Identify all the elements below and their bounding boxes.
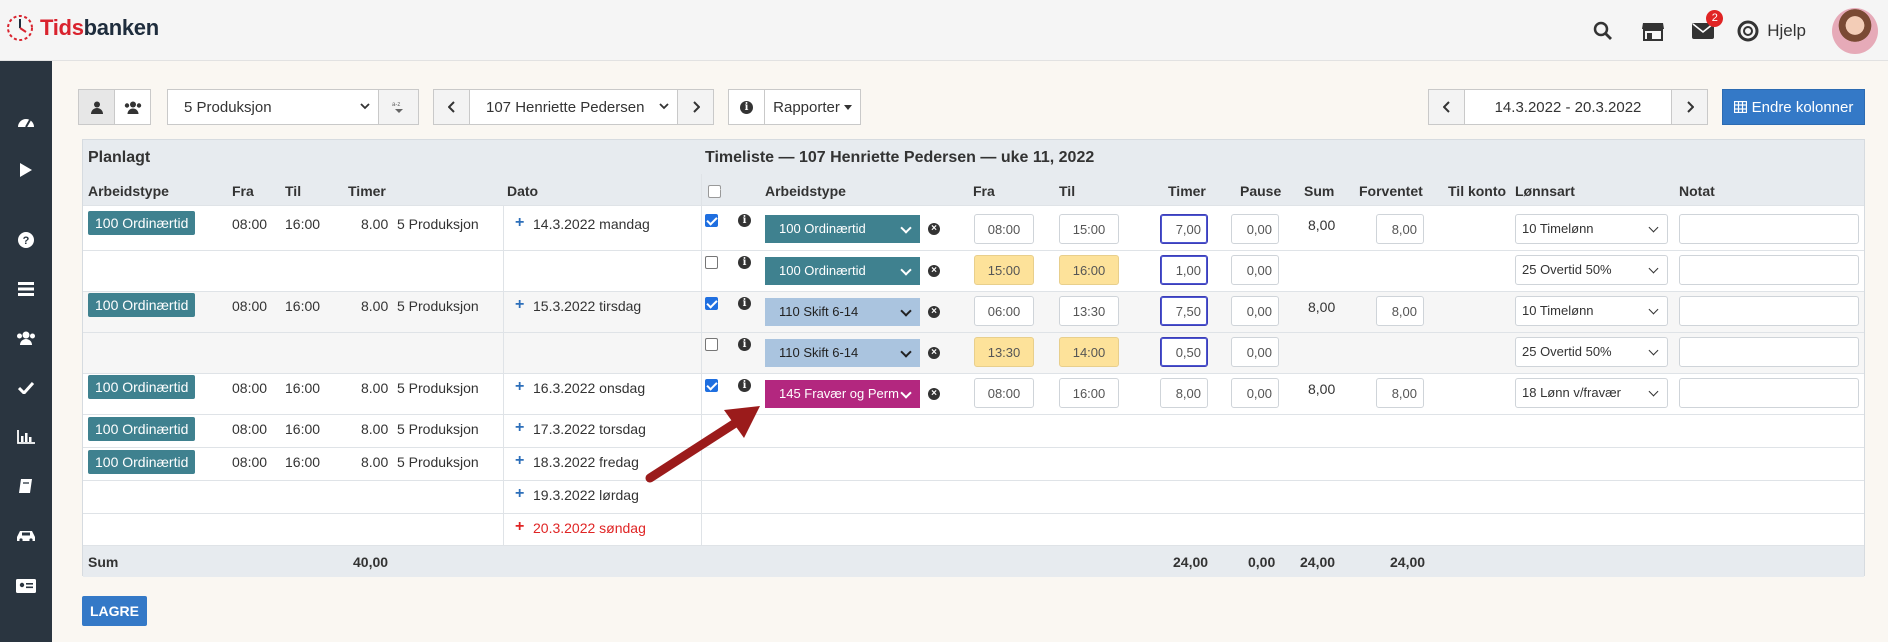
annotation-arrow [645,406,760,483]
save-button[interactable]: LAGRE [82,596,147,626]
